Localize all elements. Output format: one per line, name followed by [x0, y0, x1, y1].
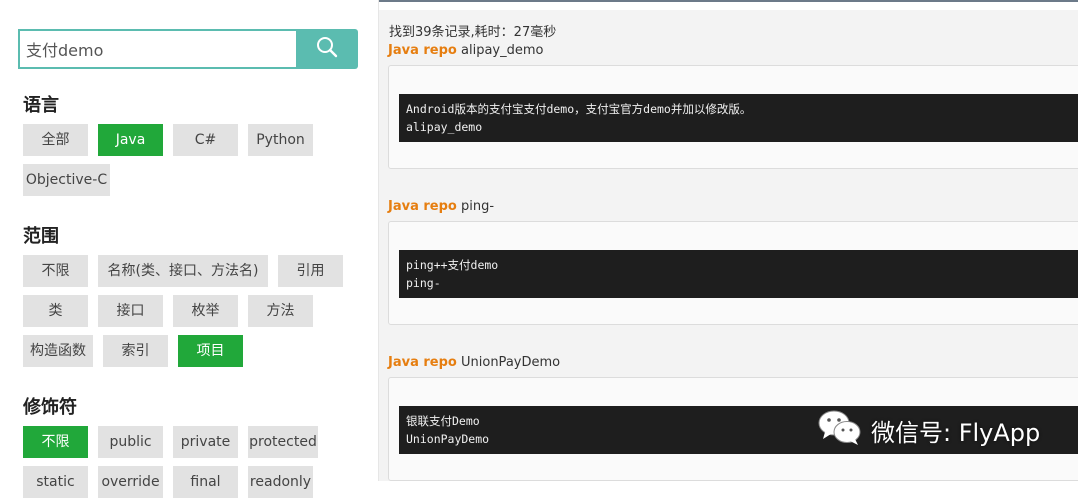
snippet-line: UnionPayDemo: [406, 432, 490, 446]
watermark-text: 微信号: FlyApp: [871, 418, 1041, 447]
modifier-option-readonly[interactable]: readonly: [248, 466, 313, 498]
result-header: Java repo ping-: [388, 199, 494, 214]
lang-option-java[interactable]: Java: [98, 124, 163, 156]
snippet-line: Android版本的支付宝支付demo，支付宝官方demo并加以修改版。: [406, 102, 752, 116]
scope-option-reference[interactable]: 引用: [278, 255, 343, 287]
modifier-option-any[interactable]: 不限: [23, 426, 88, 458]
result-header: Java repo alipay_demo: [388, 43, 543, 58]
result-repo-link[interactable]: ping-: [461, 199, 494, 214]
search-icon: [316, 36, 338, 63]
scope-option-enum[interactable]: 枚举: [173, 295, 238, 327]
result-type-label: Java repo: [388, 355, 457, 370]
wechat-watermark: 微信号: FlyApp: [817, 410, 1040, 450]
modifier-option-override[interactable]: override: [98, 466, 163, 498]
scope-option-indexer[interactable]: 索引: [103, 335, 168, 367]
result-type-label: Java repo: [388, 43, 457, 58]
scope-title: 范围: [23, 226, 59, 247]
modifier-option-public[interactable]: public: [98, 426, 163, 458]
filter-sidebar: 语言 全部 Java C# Python Objective-C 范围 不限 名…: [0, 0, 378, 498]
scope-option-interface[interactable]: 接口: [98, 295, 163, 327]
result-repo-link[interactable]: UnionPayDemo: [461, 355, 560, 370]
result-snippet: ping++支付demo ping-: [399, 250, 1078, 298]
wechat-icon: [817, 408, 871, 452]
lang-option-all[interactable]: 全部: [23, 124, 88, 156]
results-summary: 找到39条记录,耗时：27毫秒: [389, 25, 557, 40]
scope-option-name[interactable]: 名称(类、接口、方法名): [98, 255, 268, 287]
lang-option-objective-c[interactable]: Objective-C: [23, 164, 110, 196]
modifier-option-private[interactable]: private: [173, 426, 238, 458]
scope-option-any[interactable]: 不限: [23, 255, 88, 287]
scope-option-class[interactable]: 类: [23, 295, 88, 327]
modifier-option-final[interactable]: final: [173, 466, 238, 498]
modifier-option-protected[interactable]: protected: [248, 426, 318, 458]
result-card: Android版本的支付宝支付demo，支付宝官方demo并加以修改版。 ali…: [388, 65, 1078, 169]
scope-option-method[interactable]: 方法: [248, 295, 313, 327]
modifier-title: 修饰符: [23, 397, 77, 418]
snippet-line: ping++支付demo: [406, 258, 499, 272]
snippet-line: 银联支付Demo: [406, 414, 480, 428]
search-input[interactable]: [18, 29, 296, 69]
result-card: ping++支付demo ping-: [388, 221, 1078, 325]
result-header: Java repo UnionPayDemo: [388, 355, 560, 370]
result-snippet: Android版本的支付宝支付demo，支付宝官方demo并加以修改版。 ali…: [399, 94, 1078, 142]
language-title: 语言: [23, 95, 59, 116]
snippet-line: ping-: [406, 276, 441, 290]
snippet-line: alipay_demo: [406, 120, 483, 134]
scope-option-project[interactable]: 项目: [178, 335, 243, 367]
modifier-option-static[interactable]: static: [23, 466, 88, 498]
search-button[interactable]: [296, 29, 358, 69]
lang-option-csharp[interactable]: C#: [173, 124, 238, 156]
scope-option-constructor[interactable]: 构造函数: [23, 335, 93, 367]
result-repo-link[interactable]: alipay_demo: [461, 43, 543, 58]
result-type-label: Java repo: [388, 199, 457, 214]
lang-option-python[interactable]: Python: [248, 124, 313, 156]
search-box: [18, 29, 358, 69]
